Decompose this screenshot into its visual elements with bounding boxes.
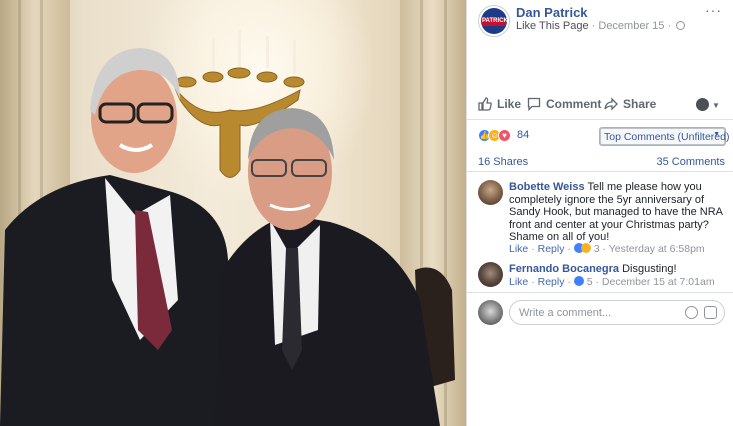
share-label: Share [623,97,657,111]
haha-icon [580,243,591,253]
separator: · [531,243,535,255]
speech-bubble-icon [527,97,541,112]
comment-reaction-count[interactable]: 3 [594,243,600,255]
comment-reaction-count[interactable]: 5 [587,276,593,288]
page-name-link[interactable]: Dan Patrick [516,5,588,20]
comment-sort-value: Top Comments (Unfiltered) [604,131,730,143]
post-header: PATRICK Dan Patrick Like This Page · Dec… [467,0,733,42]
person-left [0,48,235,426]
post-as-selector[interactable]: ▼ [696,97,720,111]
chevron-down-icon: ▼ [713,131,720,138]
comment-input-placeholder: Write a comment... [519,307,612,319]
commenter-avatar[interactable] [478,262,503,287]
post-photo[interactable] [0,0,466,426]
page-logo-text: PATRICK [482,17,508,26]
separator: · [602,243,607,255]
public-globe-icon[interactable] [676,21,686,30]
comment-body: Fernando Bocanegra Disgusting! [509,263,725,276]
post-stats: 16 Shares 35 Comments [467,152,733,172]
photo-figures [0,30,455,426]
post-side-pane: PATRICK Dan Patrick Like This Page · Dec… [466,0,733,426]
comment-author-link[interactable]: Bobette Weiss [509,181,585,193]
like-button[interactable]: Like [478,97,521,111]
chevron-down-icon: ▼ [712,101,720,110]
comment-body: Bobette Weiss Tell me please how you com… [509,181,725,244]
emoji-icon[interactable] [685,306,698,319]
separator: · [595,276,600,288]
commenter-avatar[interactable] [478,180,503,205]
sticker-icon[interactable] [704,306,717,319]
separator: · [667,20,672,32]
post-action-bar: Like Comment Share ▼ [467,94,733,120]
share-button[interactable]: Share [604,97,656,111]
reactions-row: 👍 ☺ ♥ 84 Top Comments (Unfiltered) ▼ [467,124,733,146]
separator: · [531,276,535,288]
comment-reply-link[interactable]: Reply [538,276,565,288]
love-icon[interactable]: ♥ [498,129,511,142]
comment-input[interactable]: Write a comment... [509,300,725,325]
profile-globe-icon [696,98,709,111]
person-right [215,108,440,426]
share-arrow-icon [604,97,618,111]
comment-text: Disgusting! [622,263,677,275]
comment-button[interactable]: Comment [527,97,602,112]
comment-like-link[interactable]: Like [509,243,528,255]
comment-sort-dropdown[interactable]: Top Comments (Unfiltered) ▼ [600,128,729,145]
comment-composer: Write a comment... [467,292,733,332]
comment-label: Comment [546,97,602,111]
separator: · [567,276,571,288]
comment-time[interactable]: Yesterday at 6:58pm [609,243,705,255]
shares-count-link[interactable]: 16 Shares [478,156,528,168]
comment-time[interactable]: December 15 at 7:01am [602,276,715,288]
comment-meta: Like · Reply · 3 · Yesterday at 6:58pm [509,243,705,255]
separator: · [591,20,596,32]
page-avatar[interactable]: PATRICK [478,5,510,37]
like-label: Like [497,97,522,111]
comment-author-link[interactable]: Fernando Bocanegra [509,263,619,275]
comment-reply-link[interactable]: Reply [538,243,565,255]
thumbs-up-icon [478,97,492,111]
more-options-button[interactable]: ··· [705,2,722,18]
like-this-page-link[interactable]: Like This Page [516,20,589,32]
reaction-count[interactable]: 84 [517,129,529,141]
like-icon [573,276,584,286]
comment-like-link[interactable]: Like [509,276,528,288]
comment-meta: Like · Reply · 5 · December 15 at 7:01am [509,276,715,288]
current-user-avatar[interactable] [478,300,503,325]
separator: · [567,243,571,255]
post-date[interactable]: December 15 [598,20,664,32]
post-subline: Like This Page · December 15 · [516,20,686,32]
comments-count-link[interactable]: 35 Comments [657,156,725,168]
